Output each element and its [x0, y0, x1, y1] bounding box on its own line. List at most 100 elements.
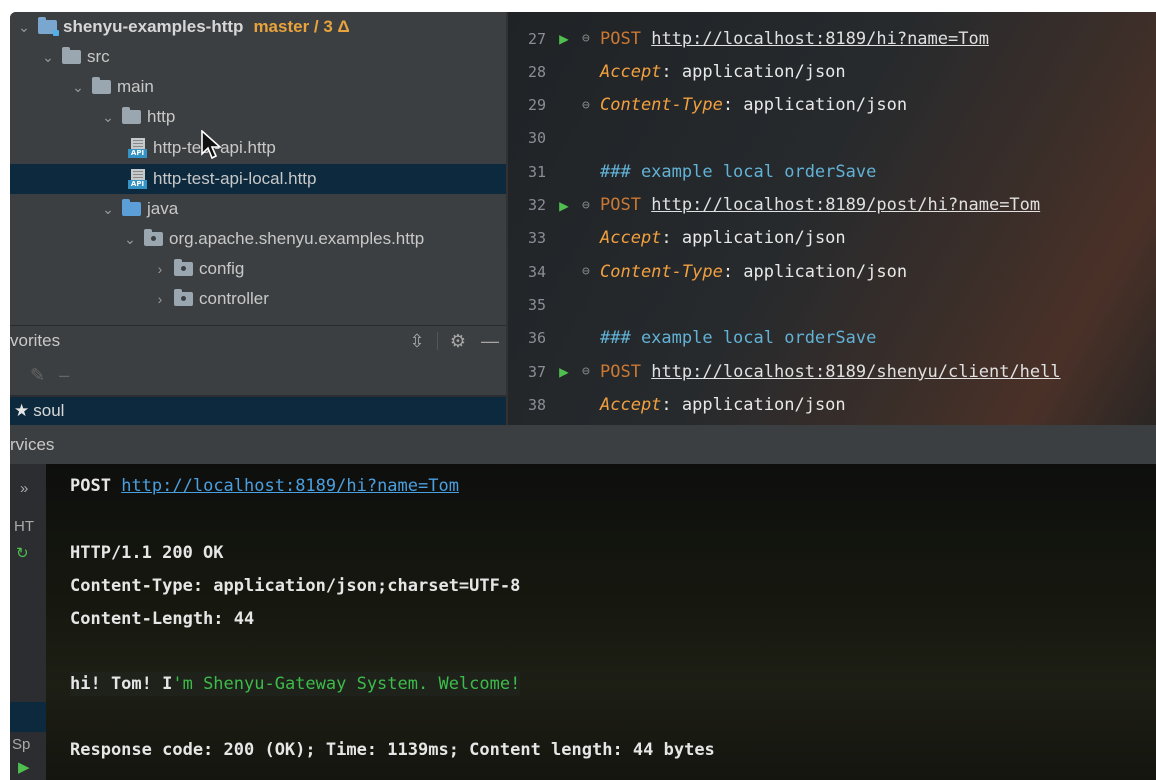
code-text: POST http://localhost:8189/hi?name=Tom [596, 29, 989, 49]
line-number: 36 [527, 329, 546, 348]
code-text: POST http://localhost:8189/post/hi?name=… [596, 195, 1040, 215]
code-line[interactable]: 36 ### example local orderSave [506, 322, 1156, 355]
header-value: : application/json [661, 228, 846, 249]
code-editor[interactable]: 27 ▶ ⊖ POST http://localhost:8189/hi?name=T… [506, 12, 1156, 425]
code-line[interactable]: 35 [506, 288, 1156, 321]
tree-item-label: src [87, 47, 110, 66]
package-icon [174, 259, 193, 276]
star-icon: ★ [14, 401, 30, 420]
tree-item[interactable]: ⌄ java [10, 194, 506, 224]
header-value: : application/json [661, 61, 846, 82]
toolbar-separator [437, 332, 438, 350]
request-url-link[interactable]: http://localhost:8189/hi?name=Tom [121, 476, 459, 496]
package-icon [174, 289, 193, 306]
services-title: rvices [10, 434, 55, 454]
tree-item-label: main [117, 77, 154, 96]
api-file-icon: API [128, 138, 147, 158]
tree-item[interactable]: › config [10, 254, 506, 284]
header-name: Accept [600, 394, 662, 415]
chevron-right-icon[interactable]: › [152, 291, 168, 307]
fold-marker-icon[interactable]: ⊖ [582, 364, 596, 379]
tree-item[interactable]: APIhttp-test-api.http [10, 133, 506, 163]
tree-item[interactable]: ⌄ main [10, 72, 506, 102]
chevron-down-icon[interactable]: ⌄ [122, 231, 138, 248]
fold-marker-icon[interactable]: ⊖ [582, 31, 596, 46]
code-line[interactable]: 32 ▶ ⊖ POST http://localhost:8189/post/hi?n… [506, 189, 1156, 222]
fold-marker-icon[interactable]: ⊖ [582, 264, 596, 279]
response-summary: Response code: 200 (OK); Time: 1139ms; C… [70, 740, 715, 760]
module-folder-icon [38, 17, 59, 36]
header-name: Accept [600, 228, 662, 249]
code-line[interactable]: 37 ▶ ⊖ POST http://localhost:8189/shenyu/cl… [506, 355, 1156, 388]
services-node-spring[interactable]: Sp [12, 736, 30, 753]
mouse-cursor-icon [201, 130, 222, 160]
run-icon[interactable]: ▶ [18, 758, 30, 776]
run-request-icon[interactable]: ▶ [546, 196, 582, 215]
tree-item[interactable]: ⌄ http [10, 102, 506, 132]
line-number: 34 [527, 262, 546, 281]
tree-item-label: http [147, 107, 176, 126]
file-sheet [131, 169, 145, 180]
fold-marker-icon[interactable]: ⊖ [582, 198, 596, 213]
chevron-down-icon[interactable]: ⌄ [40, 49, 56, 66]
request-url[interactable]: http://localhost:8189/shenyu/client/hell [651, 362, 1060, 382]
folder-icon [62, 47, 81, 64]
tree-item[interactable]: API http-test-api-local.http [10, 164, 506, 194]
favorites-item-label: soul [33, 401, 65, 420]
fold-marker-icon[interactable]: ⊖ [582, 98, 596, 113]
code-line[interactable]: 29 ⊖ Content-Type: application/json [506, 89, 1156, 122]
code-line[interactable]: 31 ### example local orderSave [506, 155, 1156, 188]
editor-splitter[interactable] [506, 12, 508, 425]
code-line[interactable]: 33 Accept: application/json [506, 222, 1156, 255]
favorites-item-soul[interactable]: ★ soul [10, 397, 506, 425]
header-name: Content-Type [600, 95, 723, 116]
code-line[interactable]: 34 ⊖ Content-Type: application/json [506, 255, 1156, 288]
services-node-http[interactable]: HT [14, 518, 34, 535]
tree-item[interactable]: › controller [10, 284, 506, 314]
request-url[interactable]: http://localhost:8189/hi?name=Tom [651, 29, 989, 49]
code-line[interactable]: 38 Accept: application/json [506, 388, 1156, 421]
tree-item[interactable]: ⌄ src [10, 42, 506, 72]
tree-item[interactable]: ⌄ shenyu-examples-http master / 3 Δ [10, 12, 506, 42]
line-number: 35 [527, 295, 546, 314]
source-folder-icon [122, 199, 141, 216]
tree-item-label: java [147, 199, 179, 218]
run-request-icon[interactable]: ▶ [546, 29, 582, 48]
content-length-header: Content-Length: 44 [70, 609, 255, 629]
ide-window: ⌄ shenyu-examples-http master / 3 Δ ⌄ src ⌄ ma… [10, 12, 1156, 780]
line-number: 31 [527, 162, 546, 181]
favorites-tools: ⇳ ⚙ — [401, 326, 506, 356]
code-line[interactable]: 30 [506, 122, 1156, 155]
file-sheet [131, 138, 145, 149]
expand-icon[interactable]: » [20, 480, 28, 497]
chevron-down-icon[interactable]: ⌄ [100, 109, 116, 126]
chevron-down-icon[interactable]: ⌄ [16, 19, 32, 36]
run-request-icon[interactable]: ▶ [546, 362, 582, 381]
chevron-down-icon[interactable]: ⌄ [100, 201, 116, 218]
api-file-icon: API [128, 169, 147, 189]
minimize-icon[interactable]: — [474, 331, 506, 352]
code-text: Accept: application/json [596, 62, 846, 82]
edit-icon[interactable]: ✎ [30, 365, 45, 386]
response-output[interactable]: POST http://localhost:8189/hi?name=Tom H… [46, 464, 1156, 780]
line-number: 27 [527, 29, 546, 48]
collapse-all-icon[interactable]: ⇳ [401, 331, 433, 352]
tree-item[interactable]: ⌄ org.apache.shenyu.examples.http [10, 224, 506, 254]
code-text: ### example local orderSave [596, 162, 876, 182]
rerun-icon[interactable]: ↻ [16, 544, 29, 562]
comment-text: ### example local orderSave [600, 161, 877, 182]
code-line[interactable]: 27 ▶ ⊖ POST http://localhost:8189/hi?name=T… [506, 22, 1156, 55]
tree-item-label: http-test-api-local.http [153, 169, 317, 188]
remove-icon[interactable]: – [59, 365, 69, 386]
header-value: : application/json [661, 394, 846, 415]
content-type-header: Content-Type: application/json;charset=U… [70, 576, 521, 596]
request-url[interactable]: http://localhost:8189/post/hi?name=Tom [651, 195, 1040, 215]
favorites-toolbar: ✎ – [10, 355, 506, 395]
chevron-down-icon[interactable]: ⌄ [70, 79, 86, 96]
gear-icon[interactable]: ⚙ [442, 331, 474, 352]
code-line[interactable]: 28 Accept: application/json [506, 55, 1156, 88]
tree-item-label: controller [199, 289, 269, 308]
chevron-right-icon[interactable]: › [152, 261, 168, 277]
services-selected-row[interactable] [10, 702, 46, 732]
status-line: HTTP/1.1 200 OK [70, 543, 224, 563]
